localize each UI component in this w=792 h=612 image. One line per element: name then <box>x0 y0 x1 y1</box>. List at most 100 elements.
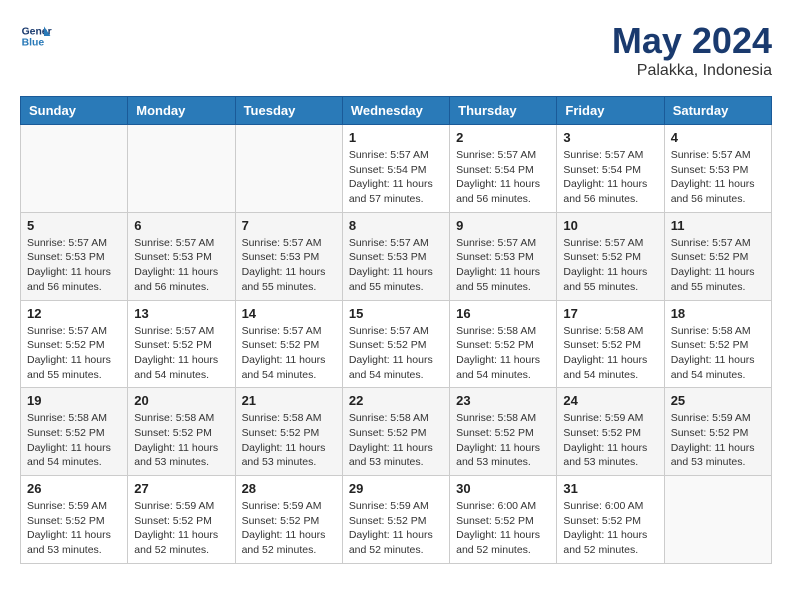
calendar-cell: 27Sunrise: 5:59 AM Sunset: 5:52 PM Dayli… <box>128 476 235 564</box>
day-number: 21 <box>242 393 336 408</box>
calendar-cell: 29Sunrise: 5:59 AM Sunset: 5:52 PM Dayli… <box>342 476 449 564</box>
day-info: Sunrise: 5:58 AM Sunset: 5:52 PM Dayligh… <box>456 411 550 470</box>
day-info: Sunrise: 5:57 AM Sunset: 5:52 PM Dayligh… <box>27 324 121 383</box>
day-number: 18 <box>671 306 765 321</box>
day-number: 5 <box>27 218 121 233</box>
calendar-cell: 17 Sunrise: 5:58 AM Sunset: 5:52 PM Dayli… <box>557 300 664 388</box>
column-header-thursday: Thursday <box>450 97 557 125</box>
day-info: Sunrise: 5:59 AM Sunset: 5:52 PM Dayligh… <box>27 499 121 558</box>
title-block: May 2024 Palakka, Indonesia <box>612 20 772 80</box>
calendar-cell: 21 Sunrise: 5:58 AM Sunset: 5:52 PM Dayli… <box>235 388 342 476</box>
day-info: Sunrise: 6:00 AM Sunset: 5:52 PM Dayligh… <box>456 499 550 558</box>
calendar-cell: 15 Sunrise: 5:57 AM Sunset: 5:52 PM Dayli… <box>342 300 449 388</box>
column-header-tuesday: Tuesday <box>235 97 342 125</box>
calendar-cell: 13Sunrise: 5:57 AM Sunset: 5:52 PM Dayli… <box>128 300 235 388</box>
column-header-wednesday: Wednesday <box>342 97 449 125</box>
day-number: 25 <box>671 393 765 408</box>
day-number: 31 <box>563 481 657 496</box>
page-header: General Blue May 2024 Palakka, Indonesia <box>20 20 772 80</box>
svg-text:Blue: Blue <box>22 38 45 49</box>
calendar-cell <box>664 476 771 564</box>
calendar-week-1: 1 Sunrise: 5:57 AM Sunset: 5:54 PM Daylig… <box>21 125 772 213</box>
day-info: Sunrise: 5:57 AM Sunset: 5:53 PM Dayligh… <box>242 236 336 295</box>
day-number: 22 <box>349 393 443 408</box>
calendar-table: SundayMondayTuesdayWednesdayThursdayFrid… <box>20 96 772 564</box>
calendar-cell <box>235 125 342 213</box>
day-info: Sunrise: 5:58 AM Sunset: 5:52 PM Dayligh… <box>456 324 550 383</box>
day-number: 11 <box>671 218 765 233</box>
day-number: 17 <box>563 306 657 321</box>
day-info: Sunrise: 5:57 AM Sunset: 5:53 PM Dayligh… <box>27 236 121 295</box>
day-number: 4 <box>671 130 765 145</box>
day-number: 8 <box>349 218 443 233</box>
calendar-cell: 30 Sunrise: 6:00 AM Sunset: 5:52 PM Dayli… <box>450 476 557 564</box>
day-info: Sunrise: 5:58 AM Sunset: 5:52 PM Dayligh… <box>27 411 121 470</box>
column-header-monday: Monday <box>128 97 235 125</box>
day-info: Sunrise: 5:58 AM Sunset: 5:52 PM Dayligh… <box>134 411 228 470</box>
calendar-week-2: 5 Sunrise: 5:57 AM Sunset: 5:53 PM Daylig… <box>21 212 772 300</box>
calendar-cell: 10 Sunrise: 5:57 AM Sunset: 5:52 PM Dayli… <box>557 212 664 300</box>
day-number: 19 <box>27 393 121 408</box>
day-number: 2 <box>456 130 550 145</box>
day-number: 16 <box>456 306 550 321</box>
day-number: 14 <box>242 306 336 321</box>
calendar-cell: 2 Sunrise: 5:57 AM Sunset: 5:54 PM Daylig… <box>450 125 557 213</box>
calendar-cell: 3Sunrise: 5:57 AM Sunset: 5:54 PM Daylig… <box>557 125 664 213</box>
logo: General Blue <box>20 20 52 52</box>
day-info: Sunrise: 5:57 AM Sunset: 5:53 PM Dayligh… <box>349 236 443 295</box>
location: Palakka, Indonesia <box>612 62 772 80</box>
calendar-cell: 16 Sunrise: 5:58 AM Sunset: 5:52 PM Dayli… <box>450 300 557 388</box>
month-title: May 2024 <box>612 20 772 62</box>
day-info: Sunrise: 5:57 AM Sunset: 5:54 PM Dayligh… <box>349 148 443 207</box>
calendar-cell: 11 Sunrise: 5:57 AM Sunset: 5:52 PM Dayli… <box>664 212 771 300</box>
calendar-cell: 18Sunrise: 5:58 AM Sunset: 5:52 PM Dayli… <box>664 300 771 388</box>
day-number: 12 <box>27 306 121 321</box>
day-info: Sunrise: 6:00 AM Sunset: 5:52 PM Dayligh… <box>563 499 657 558</box>
calendar-week-4: 19 Sunrise: 5:58 AM Sunset: 5:52 PM Dayli… <box>21 388 772 476</box>
day-info: Sunrise: 5:57 AM Sunset: 5:52 PM Dayligh… <box>671 236 765 295</box>
day-info: Sunrise: 5:58 AM Sunset: 5:52 PM Dayligh… <box>349 411 443 470</box>
day-info: Sunrise: 5:57 AM Sunset: 5:52 PM Dayligh… <box>563 236 657 295</box>
day-info: Sunrise: 5:57 AM Sunset: 5:53 PM Dayligh… <box>456 236 550 295</box>
calendar-cell: 25Sunrise: 5:59 AM Sunset: 5:52 PM Dayli… <box>664 388 771 476</box>
calendar-cell: 7 Sunrise: 5:57 AM Sunset: 5:53 PM Daylig… <box>235 212 342 300</box>
day-info: Sunrise: 5:57 AM Sunset: 5:53 PM Dayligh… <box>134 236 228 295</box>
calendar-cell: 4Sunrise: 5:57 AM Sunset: 5:53 PM Daylig… <box>664 125 771 213</box>
calendar-cell: 5 Sunrise: 5:57 AM Sunset: 5:53 PM Daylig… <box>21 212 128 300</box>
calendar-cell: 26Sunrise: 5:59 AM Sunset: 5:52 PM Dayli… <box>21 476 128 564</box>
day-number: 7 <box>242 218 336 233</box>
day-number: 30 <box>456 481 550 496</box>
calendar-cell: 23 Sunrise: 5:58 AM Sunset: 5:52 PM Dayli… <box>450 388 557 476</box>
day-info: Sunrise: 5:58 AM Sunset: 5:52 PM Dayligh… <box>563 324 657 383</box>
column-header-friday: Friday <box>557 97 664 125</box>
day-number: 1 <box>349 130 443 145</box>
day-number: 27 <box>134 481 228 496</box>
calendar-cell: 1 Sunrise: 5:57 AM Sunset: 5:54 PM Daylig… <box>342 125 449 213</box>
column-header-saturday: Saturday <box>664 97 771 125</box>
calendar-cell: 22 Sunrise: 5:58 AM Sunset: 5:52 PM Dayli… <box>342 388 449 476</box>
day-info: Sunrise: 5:57 AM Sunset: 5:54 PM Dayligh… <box>456 148 550 207</box>
calendar-cell: 20 Sunrise: 5:58 AM Sunset: 5:52 PM Dayli… <box>128 388 235 476</box>
day-number: 15 <box>349 306 443 321</box>
day-number: 10 <box>563 218 657 233</box>
day-number: 23 <box>456 393 550 408</box>
calendar-cell: 28 Sunrise: 5:59 AM Sunset: 5:52 PM Dayli… <box>235 476 342 564</box>
day-info: Sunrise: 5:57 AM Sunset: 5:52 PM Dayligh… <box>349 324 443 383</box>
day-info: Sunrise: 5:58 AM Sunset: 5:52 PM Dayligh… <box>242 411 336 470</box>
calendar-cell: 12 Sunrise: 5:57 AM Sunset: 5:52 PM Dayli… <box>21 300 128 388</box>
calendar-cell: 9 Sunrise: 5:57 AM Sunset: 5:53 PM Daylig… <box>450 212 557 300</box>
day-number: 24 <box>563 393 657 408</box>
day-info: Sunrise: 5:59 AM Sunset: 5:52 PM Dayligh… <box>242 499 336 558</box>
calendar-cell: 24Sunrise: 5:59 AM Sunset: 5:52 PM Dayli… <box>557 388 664 476</box>
day-number: 20 <box>134 393 228 408</box>
calendar-cell: 31 Sunrise: 6:00 AM Sunset: 5:52 PM Dayli… <box>557 476 664 564</box>
day-number: 28 <box>242 481 336 496</box>
day-number: 9 <box>456 218 550 233</box>
calendar-cell: 8 Sunrise: 5:57 AM Sunset: 5:53 PM Daylig… <box>342 212 449 300</box>
day-info: Sunrise: 5:57 AM Sunset: 5:54 PM Dayligh… <box>563 148 657 207</box>
calendar-cell <box>128 125 235 213</box>
day-number: 13 <box>134 306 228 321</box>
day-info: Sunrise: 5:59 AM Sunset: 5:52 PM Dayligh… <box>349 499 443 558</box>
calendar-cell: 19 Sunrise: 5:58 AM Sunset: 5:52 PM Dayli… <box>21 388 128 476</box>
calendar-cell: 6Sunrise: 5:57 AM Sunset: 5:53 PM Daylig… <box>128 212 235 300</box>
